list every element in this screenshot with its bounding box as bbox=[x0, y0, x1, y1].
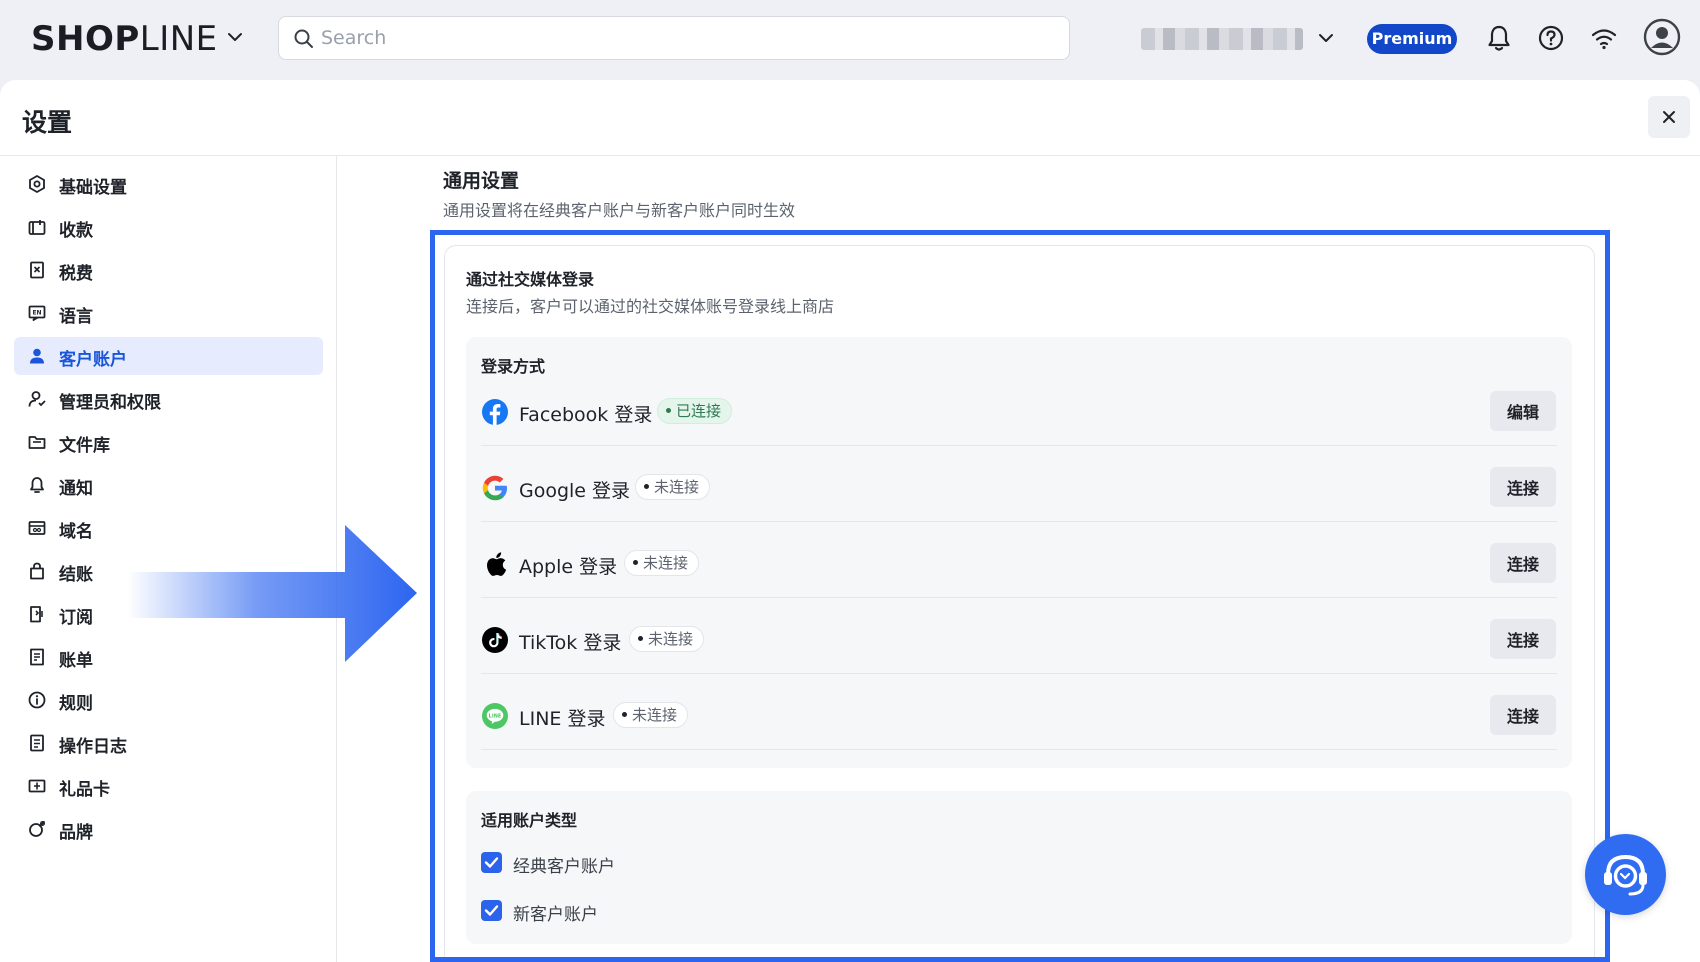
bell-icon bbox=[30, 477, 44, 493]
sidebar-item-label: 基础设置 bbox=[59, 178, 127, 198]
sidebar-item-payments[interactable]: 收款 bbox=[14, 208, 323, 246]
search-box[interactable] bbox=[278, 16, 1070, 60]
sidebar-item-label: 语言 bbox=[59, 307, 93, 327]
sidebar-item-basic-settings[interactable]: 基础设置 bbox=[14, 165, 323, 203]
sidebar-item-label: 收款 bbox=[59, 221, 93, 241]
language-icon: EN bbox=[28, 305, 46, 322]
sidebar-item-brand[interactable]: 品牌 bbox=[14, 810, 323, 848]
tax-icon bbox=[30, 261, 44, 279]
arrow-annotation-icon bbox=[127, 525, 417, 662]
svg-text:EN: EN bbox=[32, 310, 41, 317]
highlight-frame bbox=[430, 230, 1610, 962]
sidebar-item-label: 客户账户 bbox=[59, 350, 127, 370]
sidebar-item-label: 操作日志 bbox=[59, 737, 127, 757]
subscribe-icon bbox=[30, 606, 43, 623]
sidebar-item-label: 税费 bbox=[59, 264, 93, 284]
search-input[interactable] bbox=[321, 25, 1041, 51]
settings-hex-icon bbox=[29, 174, 45, 194]
sidebar-item-label: 订阅 bbox=[59, 608, 93, 628]
sidebar-item-file-library[interactable]: 文件库 bbox=[14, 423, 323, 461]
sidebar-item-label: 域名 bbox=[59, 522, 93, 542]
wallet-icon bbox=[28, 220, 46, 235]
sidebar-item-language[interactable]: EN 语言 bbox=[14, 294, 323, 332]
gift-card-icon bbox=[28, 779, 46, 793]
header-divider bbox=[0, 155, 1700, 156]
close-button[interactable] bbox=[1648, 96, 1690, 138]
sidebar-item-label: 文件库 bbox=[59, 436, 110, 456]
brand-icon bbox=[29, 821, 45, 837]
bag-icon bbox=[30, 562, 44, 580]
sidebar-item-label: 结账 bbox=[59, 565, 93, 585]
help-icon[interactable] bbox=[1535, 22, 1567, 54]
section-subtitle: 通用设置将在经典客户账户与新客户账户同时生效 bbox=[443, 201, 796, 220]
sidebar-item-label: 管理员和权限 bbox=[59, 393, 161, 413]
bell-icon[interactable] bbox=[1483, 22, 1515, 54]
bill-icon bbox=[30, 648, 44, 666]
admin-icon bbox=[28, 391, 46, 407]
avatar-icon[interactable] bbox=[1643, 18, 1681, 56]
sidebar-item-label: 账单 bbox=[59, 651, 93, 671]
close-icon bbox=[1663, 111, 1675, 123]
support-headset-icon bbox=[1604, 854, 1647, 896]
sidebar-item-label: 品牌 bbox=[59, 823, 93, 843]
sidebar-item-operation-log[interactable]: 操作日志 bbox=[14, 724, 323, 762]
chevron-down-icon[interactable] bbox=[1317, 29, 1335, 47]
info-icon bbox=[28, 691, 46, 709]
wifi-icon[interactable] bbox=[1588, 22, 1620, 54]
top-bar: SHOPLINE Premium bbox=[0, 0, 1700, 82]
sidebar-item-notifications[interactable]: 通知 bbox=[14, 466, 323, 504]
section-title: 通用设置 bbox=[443, 170, 520, 192]
sidebar-item-admin-permissions[interactable]: 管理员和权限 bbox=[14, 380, 323, 418]
chevron-down-icon[interactable] bbox=[226, 28, 244, 46]
sidebar-item-label: 规则 bbox=[59, 694, 93, 714]
sidebar-item-gift-cards[interactable]: 礼品卡 bbox=[14, 767, 323, 805]
shopline-logo[interactable]: SHOPLINE bbox=[31, 19, 218, 59]
sidebar-item-label: 礼品卡 bbox=[59, 780, 110, 800]
search-icon bbox=[294, 29, 313, 48]
log-icon bbox=[30, 734, 44, 752]
premium-badge[interactable]: Premium bbox=[1367, 24, 1457, 54]
support-chat-button[interactable] bbox=[1585, 834, 1666, 915]
page-title: 设置 bbox=[22, 108, 73, 137]
folder-icon bbox=[28, 436, 46, 449]
sidebar-item-tax[interactable]: 税费 bbox=[14, 251, 323, 289]
domain-icon bbox=[28, 521, 46, 535]
user-icon bbox=[30, 348, 44, 364]
sidebar-item-customer-accounts[interactable]: 客户账户 bbox=[14, 337, 323, 375]
sidebar-item-rules[interactable]: 规则 bbox=[14, 681, 323, 719]
sidebar-item-label: 通知 bbox=[59, 479, 93, 499]
store-name-redacted[interactable] bbox=[1141, 28, 1303, 50]
